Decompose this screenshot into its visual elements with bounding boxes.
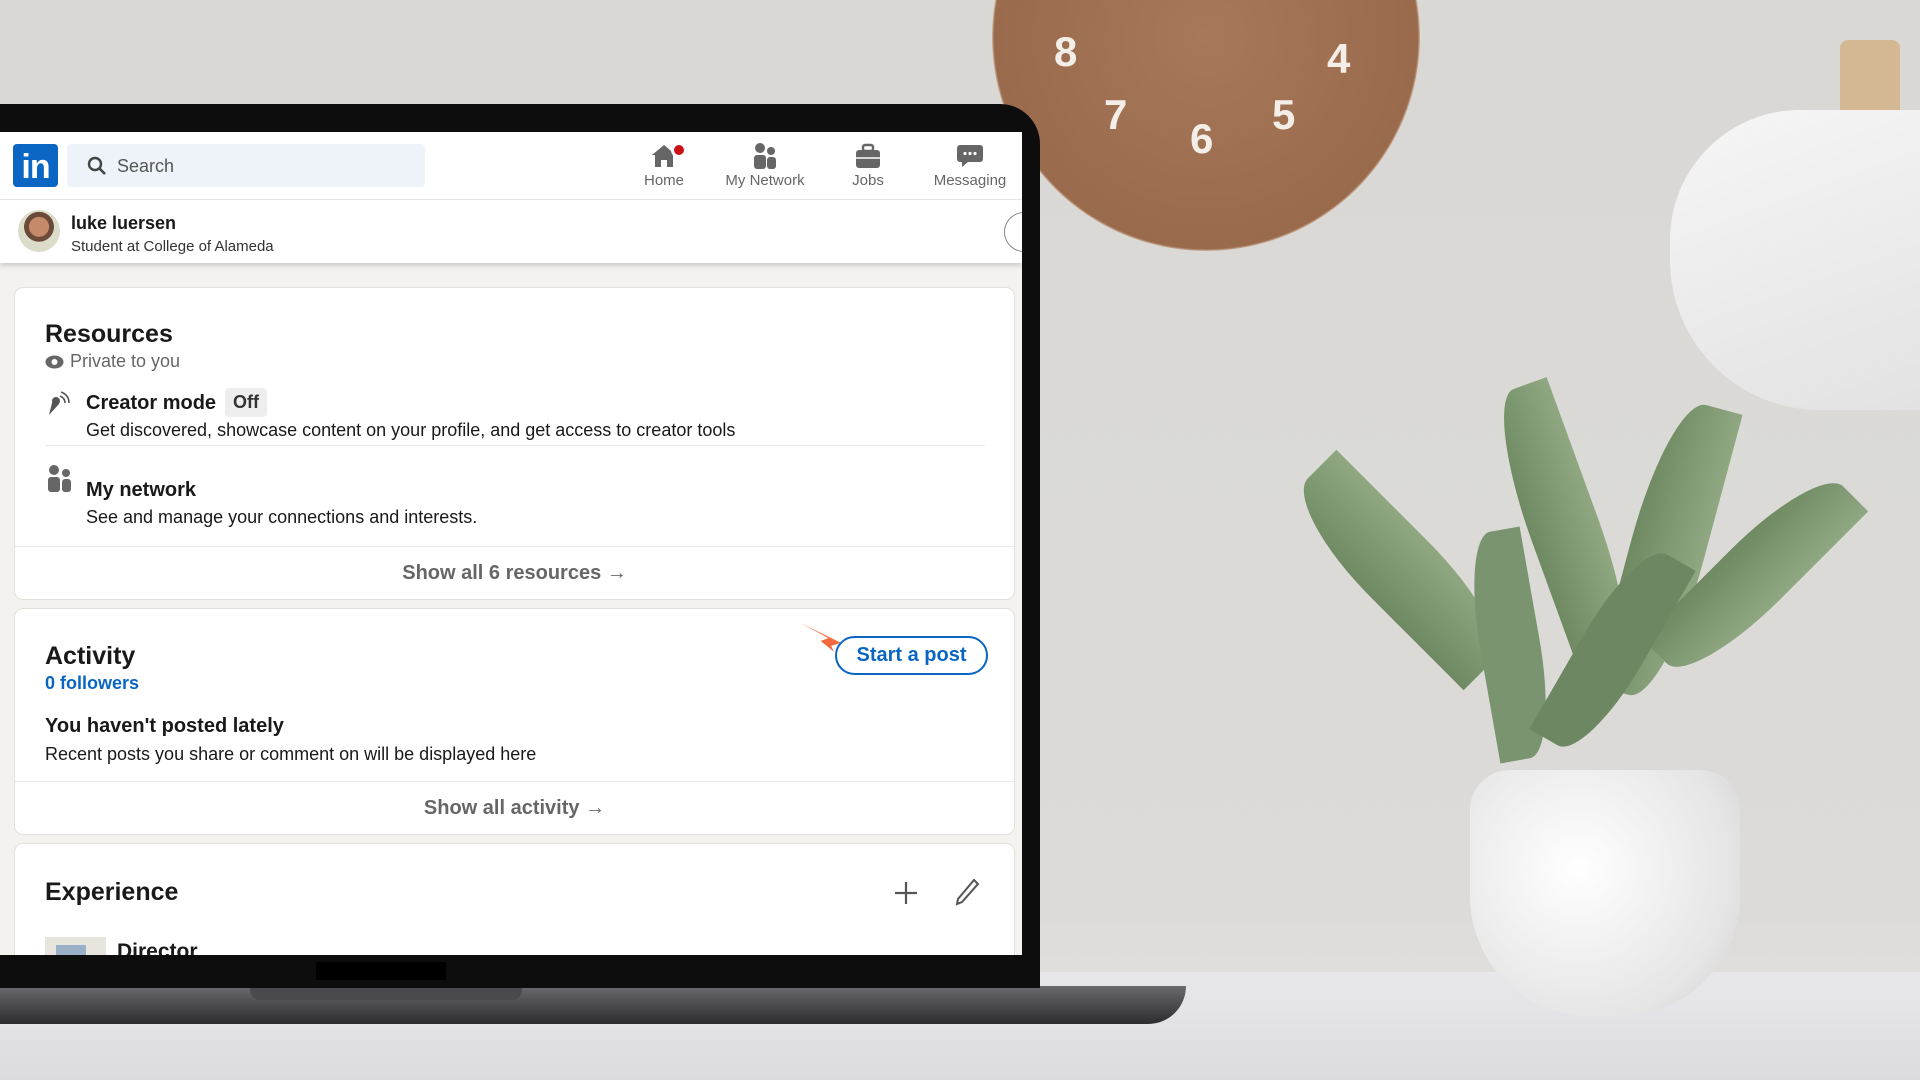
edit-pencil-icon[interactable] (954, 878, 980, 906)
nav-my-network[interactable]: My Network (715, 140, 815, 189)
laptop-base (0, 986, 1186, 1024)
clock-number: 7 (1104, 91, 1128, 138)
top-nav: in Search Home My Network Jobs Messaging (0, 132, 1022, 200)
eye-icon (45, 355, 64, 369)
empty-activity-description: Recent posts you share or comment on wil… (45, 744, 537, 764)
profile-name: luke luersen (71, 213, 177, 233)
profile-sticky-header: luke luersen Student at College of Alame… (0, 200, 1022, 263)
resources-title: Resources (45, 320, 173, 348)
linkedin-logo[interactable]: in (13, 144, 58, 187)
activity-title: Activity (45, 642, 136, 670)
clock-number: 5 (1272, 91, 1296, 138)
network-icon (48, 465, 71, 492)
add-experience-icon[interactable] (893, 880, 919, 906)
privacy-label: Private to you (70, 351, 181, 371)
nav-label: Home (643, 172, 684, 189)
followers-link[interactable]: 0 followers (45, 673, 139, 694)
my-network-description: See and manage your connections and inte… (86, 507, 478, 527)
nav-home[interactable]: Home (614, 140, 714, 189)
company-logo (45, 937, 106, 955)
clock-number: 8 (1054, 28, 1078, 75)
messaging-icon (920, 140, 1020, 172)
wall-clock: 8 7 6 5 4 (992, 0, 1420, 251)
activity-card: Activity 0 followers Start a post You ha… (15, 609, 1014, 834)
resources-card: Resources Private to you Creator mode Of… (15, 288, 1014, 599)
show-all-resources-link[interactable]: Show all 6 resources → (15, 546, 1014, 599)
laptop-hinge (250, 986, 522, 1000)
briefcase-icon (818, 140, 918, 172)
network-icon (715, 140, 815, 172)
search-placeholder: Search (117, 156, 175, 176)
experience-title: Experience (45, 878, 179, 906)
nav-label: My Network (725, 172, 805, 189)
creator-mode-icon (49, 391, 70, 415)
empty-activity-title: You haven't posted lately (45, 715, 284, 737)
search-input[interactable]: Search (67, 144, 425, 187)
clock-number: 4 (1327, 35, 1351, 82)
notification-badge (671, 142, 687, 158)
laptop-notch (316, 962, 446, 980)
nav-label: Messaging (933, 172, 1007, 189)
search-icon (87, 156, 106, 175)
linkedin-screen: in Search Home My Network Jobs Messaging… (0, 132, 1022, 955)
experience-item-title: Director (117, 940, 198, 955)
my-network-title[interactable]: My network (86, 479, 196, 502)
experience-card: Experience Director (15, 844, 1014, 955)
creator-mode-title[interactable]: Creator mode (86, 392, 216, 415)
nav-label: Jobs (852, 172, 884, 189)
nav-jobs[interactable]: Jobs (818, 140, 918, 189)
nav-messaging[interactable]: Messaging (920, 140, 1020, 189)
clock-number: 6 (1190, 115, 1214, 162)
plant-pot (1470, 770, 1740, 1016)
home-icon (614, 140, 714, 172)
profile-action-button[interactable] (1004, 212, 1022, 252)
divider (45, 445, 985, 446)
start-a-post-button[interactable]: Start a post (835, 636, 988, 675)
creator-mode-status-badge: Off (225, 388, 267, 417)
show-all-activity-link[interactable]: Show all activity → (15, 781, 1014, 834)
creator-mode-description: Get discovered, showcase content on your… (86, 420, 736, 440)
plant (1279, 360, 1900, 810)
profile-headline: Student at College of Alameda (71, 238, 274, 255)
avatar[interactable] (18, 210, 60, 252)
